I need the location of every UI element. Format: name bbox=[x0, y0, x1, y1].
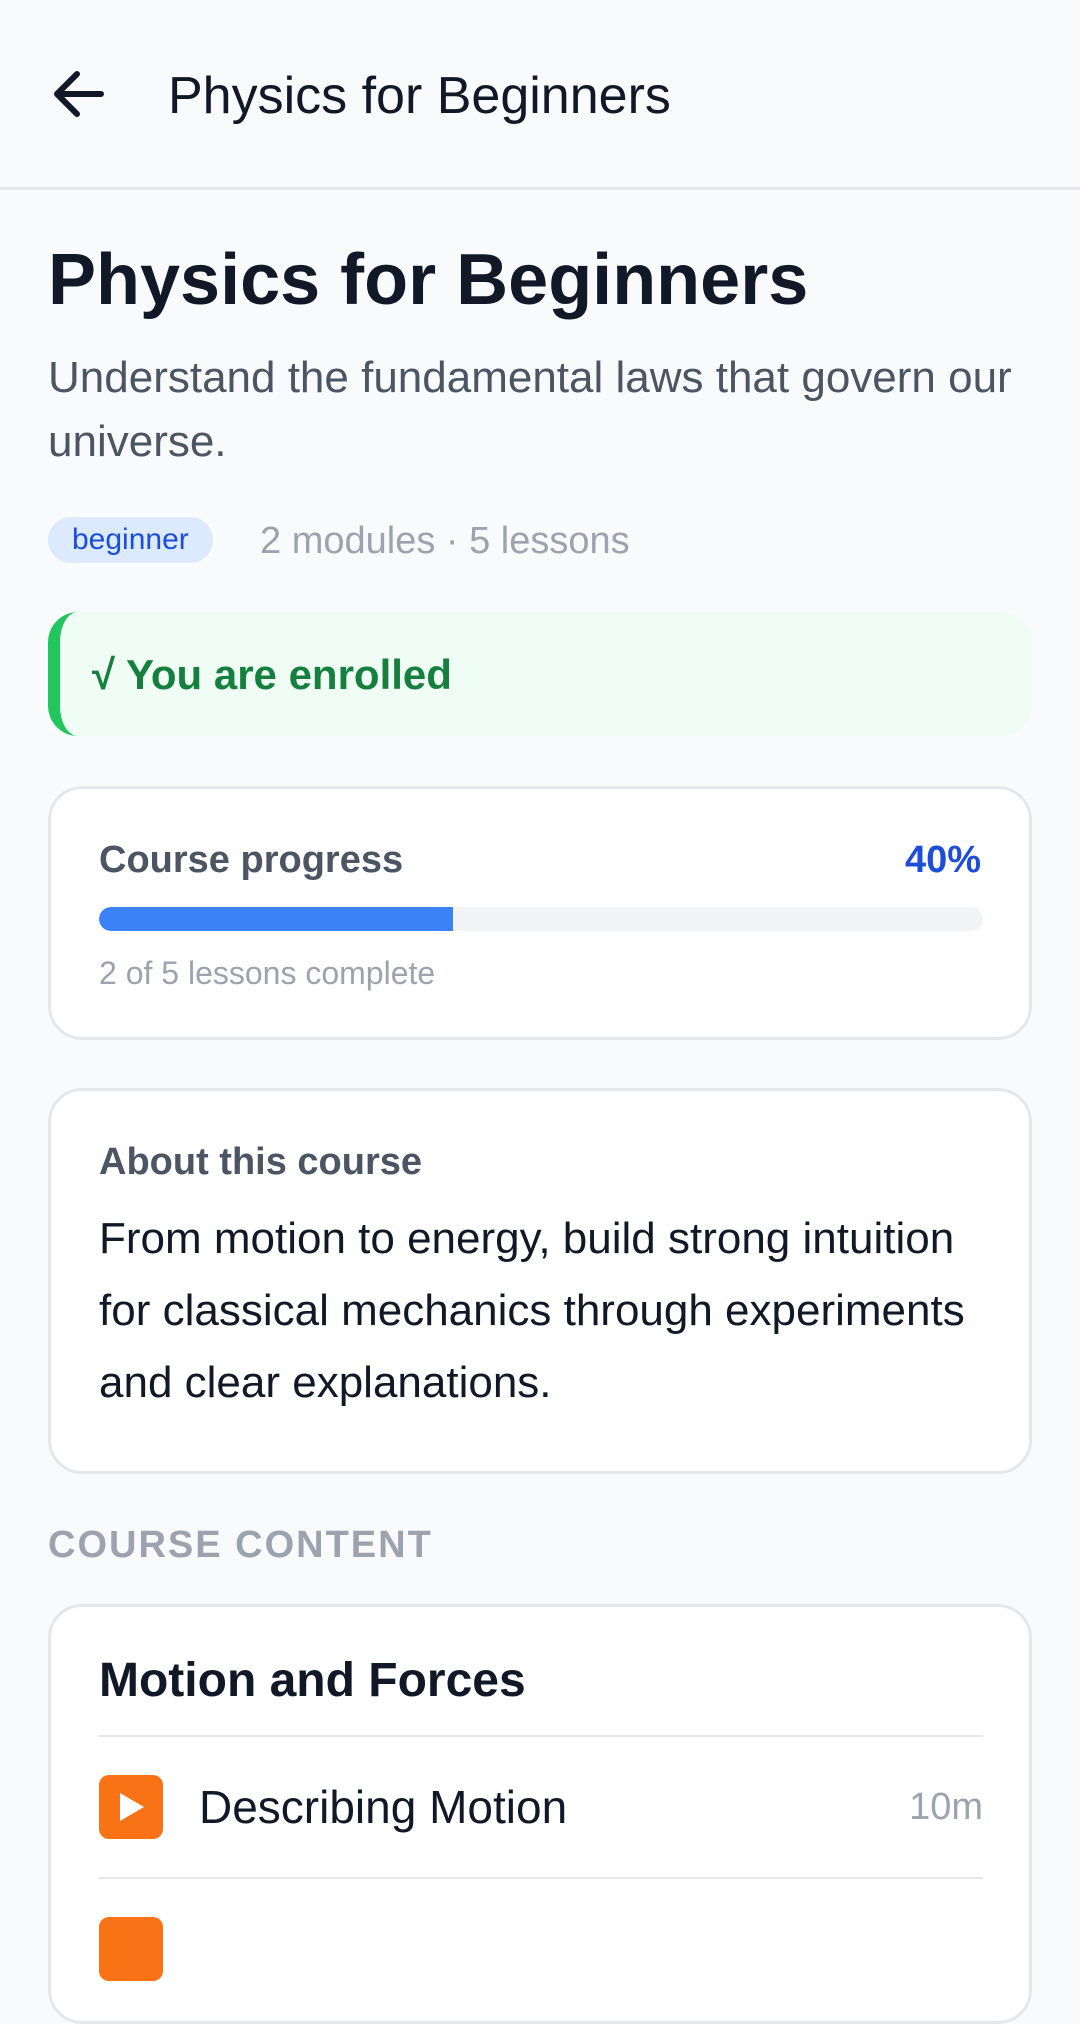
lesson-duration: 10m bbox=[909, 1785, 983, 1828]
about-heading: About this course bbox=[99, 1141, 423, 1183]
progress-bar bbox=[99, 907, 983, 931]
module-title: Motion and Forces bbox=[99, 1654, 526, 1707]
progress-label: Course progress bbox=[99, 839, 404, 881]
progress-caption: 2 of 5 lessons complete bbox=[99, 955, 436, 991]
progress-bar-fill bbox=[99, 907, 453, 931]
level-badge: beginner bbox=[48, 517, 213, 563]
lesson-title: Describing Motion bbox=[199, 1781, 568, 1833]
enrolled-status: √ You are enrolled bbox=[92, 651, 452, 698]
module-card: Motion and Forces Describing Motion 10m bbox=[48, 1604, 1032, 2024]
about-body: From motion to energy, build strong intu… bbox=[99, 1214, 965, 1407]
progress-percent: 40% bbox=[904, 839, 981, 881]
app-bar: Physics for Beginners bbox=[0, 0, 1080, 190]
course-meta: 2 modules · 5 lessons bbox=[260, 520, 630, 562]
page-title: Physics for Beginners bbox=[48, 240, 809, 320]
course-subtitle: Understand the fundamental laws that gov… bbox=[48, 353, 1012, 466]
back-button[interactable] bbox=[50, 68, 106, 124]
lesson-item[interactable]: Describing Motion 10m bbox=[99, 1737, 983, 1877]
enrolled-banner: √ You are enrolled bbox=[48, 612, 1032, 736]
lesson-item-partial[interactable] bbox=[99, 1879, 983, 2019]
app-bar-title: Physics for Beginners bbox=[168, 67, 671, 125]
enrolled-accent-bar bbox=[48, 612, 88, 736]
arrow-left-icon bbox=[51, 69, 105, 124]
about-card: About this course From motion to energy,… bbox=[48, 1088, 1032, 1474]
course-content-label: COURSE CONTENT bbox=[48, 1524, 433, 1566]
play-icon bbox=[99, 1775, 163, 1839]
progress-card: Course progress 40% 2 of 5 lessons compl… bbox=[48, 786, 1032, 1040]
play-icon bbox=[99, 1917, 163, 1981]
